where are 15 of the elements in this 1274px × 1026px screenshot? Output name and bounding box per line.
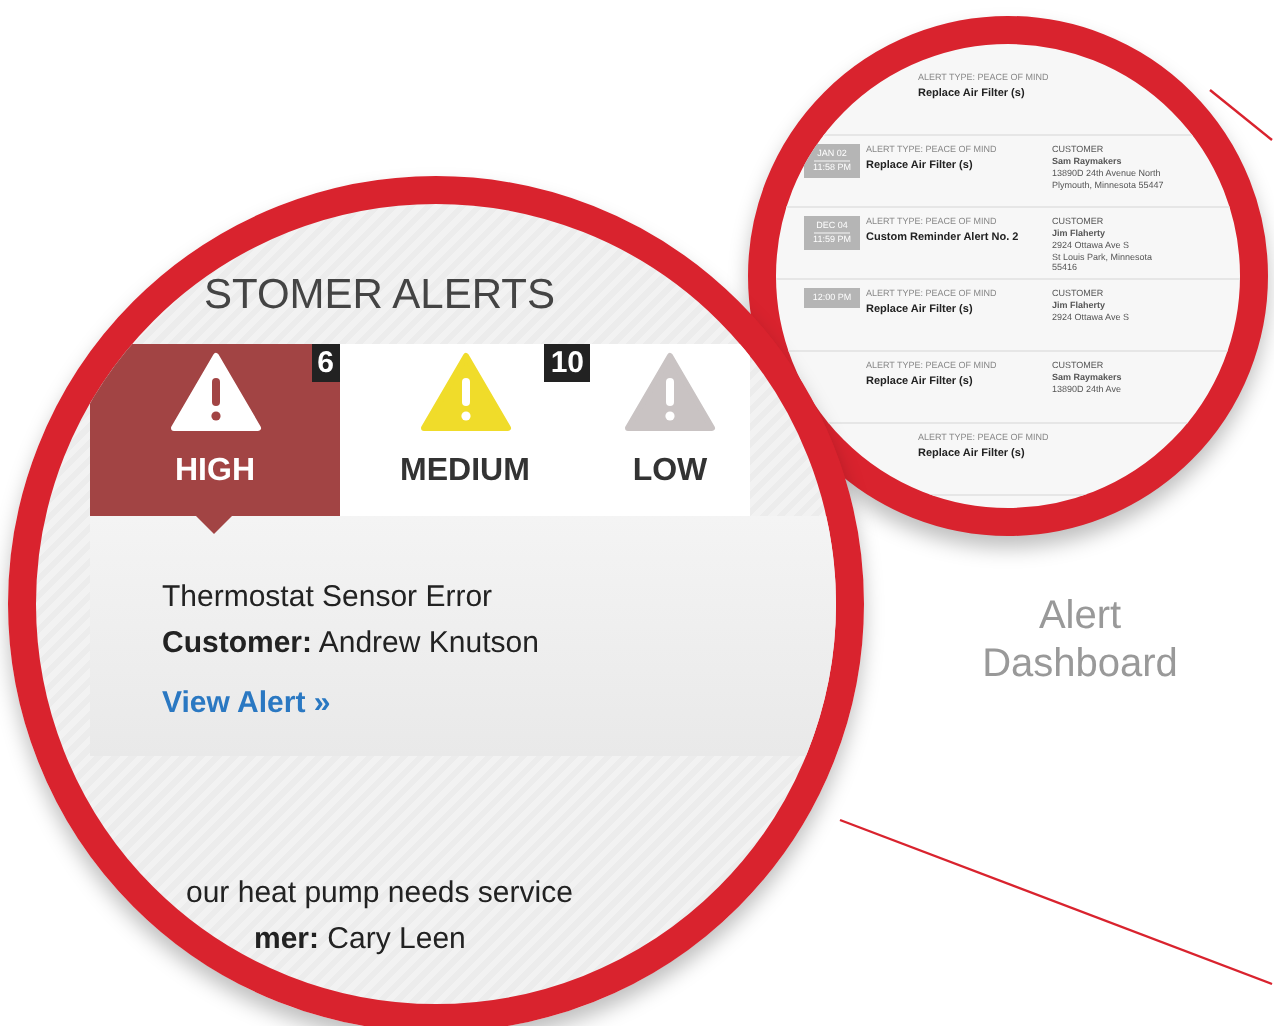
warning-icon <box>419 352 511 432</box>
warning-icon <box>624 352 716 432</box>
count-badge: 6 <box>311 344 340 382</box>
count-badge: 10 <box>544 344 590 382</box>
alert-customer: mer: Cary Leen <box>254 919 468 959</box>
severity-tab[interactable]: MEDIUM 10 <box>340 344 590 516</box>
leader-line <box>1209 89 1273 141</box>
severity-tab[interactable]: LOW <box>590 344 750 516</box>
alert-title: our heat pump needs service <box>186 874 575 914</box>
section-heading: STOMER ALERTS <box>204 270 555 322</box>
alert-title: Thermostat Sensor Error <box>162 578 495 618</box>
warning-icon <box>169 352 261 432</box>
caption-text: Alert Dashboard <box>980 592 1180 688</box>
view-alert-link[interactable]: View Alert » <box>162 682 331 727</box>
alert-customer: Customer: Andrew Knutson <box>162 623 541 663</box>
